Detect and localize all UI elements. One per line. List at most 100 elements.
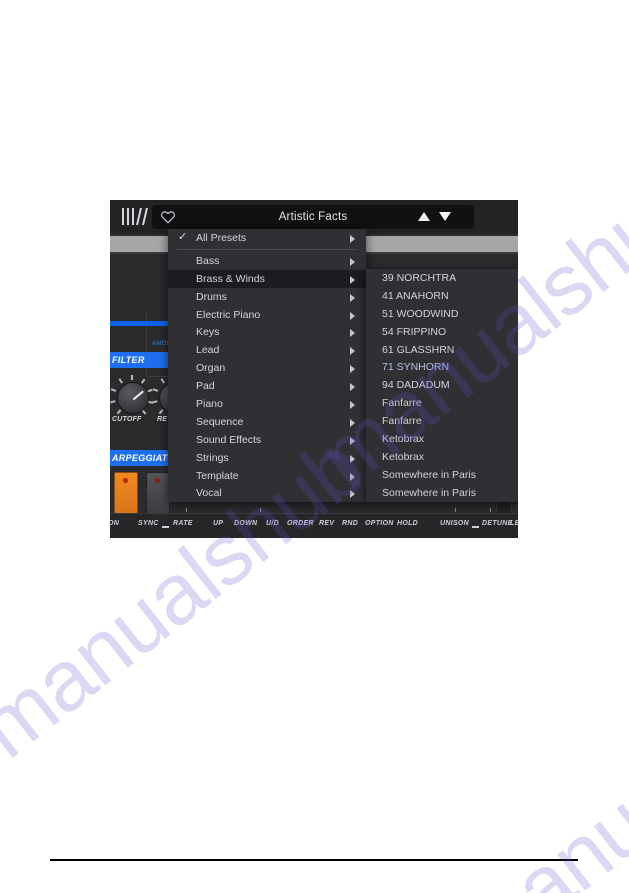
preset-nav-arrows[interactable] [418,211,462,224]
menu-item-label: Pad [196,380,215,393]
preset-list: 39 NORCHTRA 41 ANAHORN 51 WOODWIND 54 FRIPP… [366,269,518,502]
label-down: DOWN [234,520,258,527]
detune-notch [490,508,491,512]
menu-item-organ[interactable]: Organ [168,359,366,377]
menu-item-vocal[interactable]: Vocal [168,484,366,502]
page-footer-rule [50,859,578,861]
menu-item-label: All Presets [196,231,247,244]
menu-item-sound-effects[interactable]: Sound Effects [168,431,366,449]
menu-separator [177,248,357,250]
cutoff-knob[interactable] [117,382,149,414]
category-menu[interactable]: ✓ All Presets Bass Brass & Winds Drums Elec… [168,229,366,503]
preset-list-item[interactable]: 71 SYNHORN [366,358,518,376]
label-option: OPTION [365,520,394,527]
arp-on-pad[interactable] [114,472,138,514]
checkmark-icon: ✓ [178,231,188,243]
menu-item-bass[interactable]: Bass [168,252,366,270]
cutoff-knob-pointer [132,390,144,401]
menu-item-template[interactable]: Template [168,467,366,485]
label-on: ON [110,520,120,527]
menu-item-lead[interactable]: Lead [168,341,366,359]
menu-item-label: Piano [196,397,223,410]
menu-item-piano[interactable]: Piano [168,395,366,413]
menu-item-drums[interactable]: Drums [168,288,366,306]
menu-item-label: Strings [196,451,229,464]
label-up: UP [213,520,224,527]
menu-item-label: Sequence [196,415,244,428]
chevron-right-icon [350,275,355,284]
menu-item-label: Keys [196,326,220,339]
preset-list-item[interactable]: 61 GLASSHRN [366,341,518,359]
chevron-right-icon [350,365,355,374]
menu-item-label: Bass [196,254,220,267]
preset-list-item[interactable]: Fanfarre [366,394,518,412]
chevron-right-icon [350,383,355,392]
chevron-right-icon [350,235,355,243]
label-detune: DETUNE [482,520,513,527]
menu-item-label: Drums [196,290,227,303]
chevron-right-icon [350,490,355,499]
menu-item-label: Template [196,469,239,482]
menu-item-label: Electric Piano [196,308,261,321]
menu-item-label: Lead [196,344,220,357]
preset-prev-icon[interactable] [418,212,430,221]
menu-item-label: Brass & Winds [196,272,265,285]
label-order: ORDER [287,520,314,527]
watermark-text: manualshub [440,623,629,893]
preset-submenu[interactable]: 39 NORCHTRA 41 ANAHORN 51 WOODWIND 54 FRIPP… [366,269,518,502]
bottom-control-strip: ON SYNC RATE UP DOWN U/D ORDER REV RND O… [110,513,518,538]
dash-unison-detune [472,526,479,528]
preset-list-item[interactable]: 39 NORCHTRA [366,269,518,287]
arp-on-led-icon [123,478,128,483]
preset-list-item[interactable]: Somewhere in Paris [366,466,518,484]
preset-list-item[interactable]: 41 ANAHORN [366,287,518,305]
param-notch [260,508,261,512]
arp-sync-led-icon [155,478,160,483]
preset-list-item[interactable]: 54 FRIPPINO [366,323,518,341]
chevron-right-icon [350,401,355,410]
label-rev: REV [319,520,335,527]
menu-item-all-presets[interactable]: ✓ All Presets [168,229,366,247]
menu-item-brass-winds[interactable]: Brass & Winds [168,269,366,288]
resonance-knob-label: RE [157,416,168,423]
label-rnd: RND [342,520,359,527]
label-le: LE [510,520,518,527]
arturia-logo-icon[interactable] [122,208,148,225]
preset-browser-bar[interactable]: Artistic Facts [152,205,474,229]
preset-list-item[interactable]: 94 DADADUM [366,376,518,394]
chevron-right-icon [350,311,355,320]
label-rate: RATE [173,520,193,527]
chevron-right-icon [350,257,355,266]
preset-list-item[interactable]: Ketobrax [366,448,518,466]
arp-sync-pad[interactable] [146,472,170,514]
preset-list-item[interactable]: 51 WOODWIND [366,305,518,323]
filter-section-header: FILTER [110,352,172,368]
label-hold: HOLD [397,520,419,527]
menu-item-strings[interactable]: Strings [168,449,366,467]
category-list: Bass Brass & Winds Drums Electric Piano Keys… [168,252,366,502]
menu-item-keys[interactable]: Keys [168,323,366,341]
chevron-right-icon [350,347,355,356]
synth-plugin-window: AMOUNT FILTER ARPEGGIATOR L CUTOFF RE OI… [110,200,518,538]
preset-list-item[interactable]: Somewhere in Paris [366,484,518,502]
rate-notch [186,508,187,512]
chevron-right-icon [350,436,355,445]
menu-item-electric-piano[interactable]: Electric Piano [168,306,366,324]
label-ud: U/D [266,520,279,527]
preset-list-item[interactable]: Ketobrax [366,430,518,448]
menu-item-label: Organ [196,362,226,375]
menu-item-label: Vocal [196,487,222,500]
preset-list-item[interactable]: Fanfarre [366,412,518,430]
menu-item-sequence[interactable]: Sequence [168,413,366,431]
menu-item-pad[interactable]: Pad [168,377,366,395]
label-sync: SYNC [138,520,159,527]
dash-sync-rate [162,526,169,528]
preset-next-icon[interactable] [439,212,451,221]
chevron-right-icon [350,418,355,427]
chevron-right-icon [350,454,355,463]
label-unison: UNISON [440,520,470,527]
unison-notch [455,508,456,512]
cutoff-knob-label: CUTOFF [112,416,142,423]
chevron-right-icon [350,293,355,302]
chevron-right-icon [350,329,355,338]
